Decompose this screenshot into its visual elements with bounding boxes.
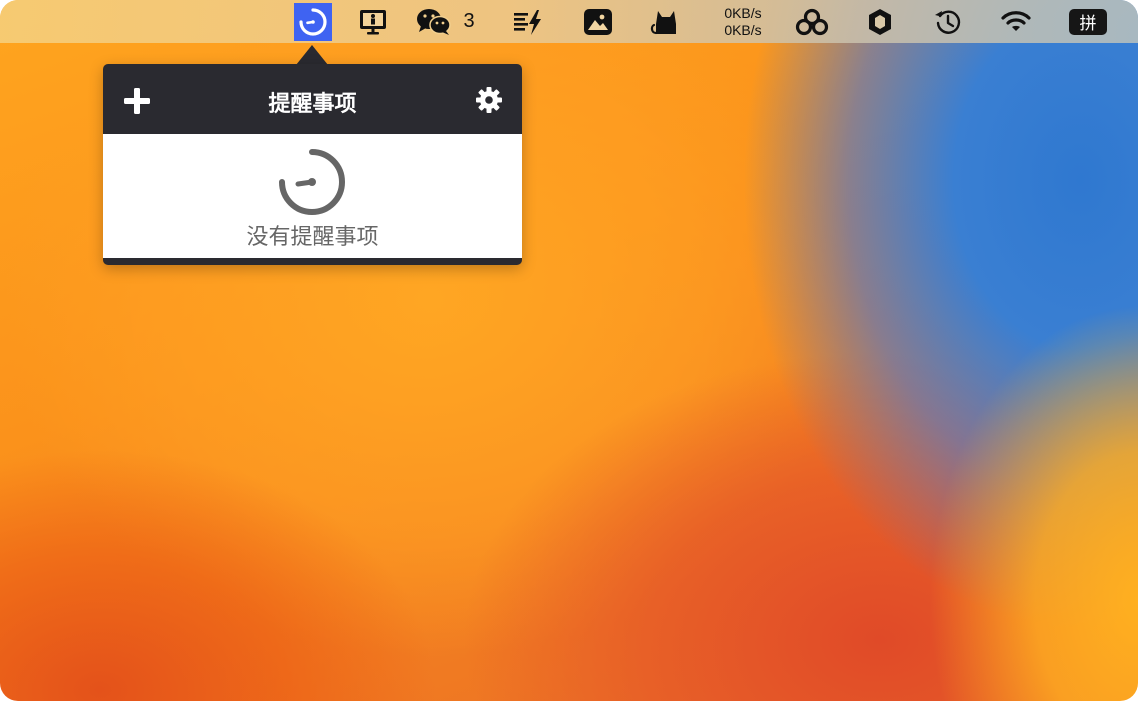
baidu-netdisk-icon	[795, 8, 829, 35]
menubar-text-lightning-button[interactable]	[510, 0, 546, 43]
menubar-netdisk-button[interactable]	[792, 0, 832, 43]
popover-body: 没有提醒事项	[103, 134, 522, 258]
menubar-presentation-button[interactable]	[356, 0, 390, 43]
hexagon-icon	[869, 8, 891, 35]
desktop: 3 0KB/s 0KB/s 拼 提醒事项 没有提醒事项	[0, 0, 1138, 701]
menubar-hexagon-button[interactable]	[864, 0, 896, 43]
wifi-icon	[1001, 10, 1031, 31]
popover-title: 提醒事项	[268, 92, 357, 117]
menubar-wifi-button[interactable]	[1000, 0, 1032, 43]
wechat-icon	[417, 8, 451, 35]
menu-bar: 3 0KB/s 0KB/s 拼	[0, 0, 1138, 43]
wechat-unread-count: 3	[463, 10, 475, 32]
reminder-timer-icon	[299, 7, 327, 36]
photo-icon	[584, 8, 612, 35]
menubar-time-machine-button[interactable]	[932, 0, 964, 43]
cat-icon	[650, 10, 676, 34]
input-method-badge: 拼	[1069, 8, 1107, 35]
gear-icon	[476, 87, 502, 113]
download-speed: 0KB/s	[724, 21, 762, 38]
menubar-net-speed[interactable]: 0KB/s 0KB/s	[712, 0, 774, 43]
popover-header: 提醒事项	[103, 64, 522, 134]
popover-arrow	[296, 45, 328, 65]
settings-button[interactable]	[473, 84, 505, 116]
empty-state-text: 没有提醒事项	[246, 225, 379, 250]
menubar-wechat-button[interactable]	[414, 0, 454, 43]
time-machine-icon	[935, 10, 961, 34]
menubar-input-method-button[interactable]: 拼	[1068, 0, 1108, 43]
menubar-cat-button[interactable]	[648, 0, 684, 43]
text-lightning-icon	[514, 9, 541, 35]
presentation-monitor-icon	[360, 9, 386, 34]
reminders-popover: 提醒事项 没有提醒事项	[103, 64, 522, 265]
upload-speed: 0KB/s	[724, 4, 762, 21]
timer-icon	[279, 149, 345, 215]
menubar-photo-button[interactable]	[580, 0, 616, 43]
menubar-reminder-button[interactable]	[294, 0, 332, 43]
